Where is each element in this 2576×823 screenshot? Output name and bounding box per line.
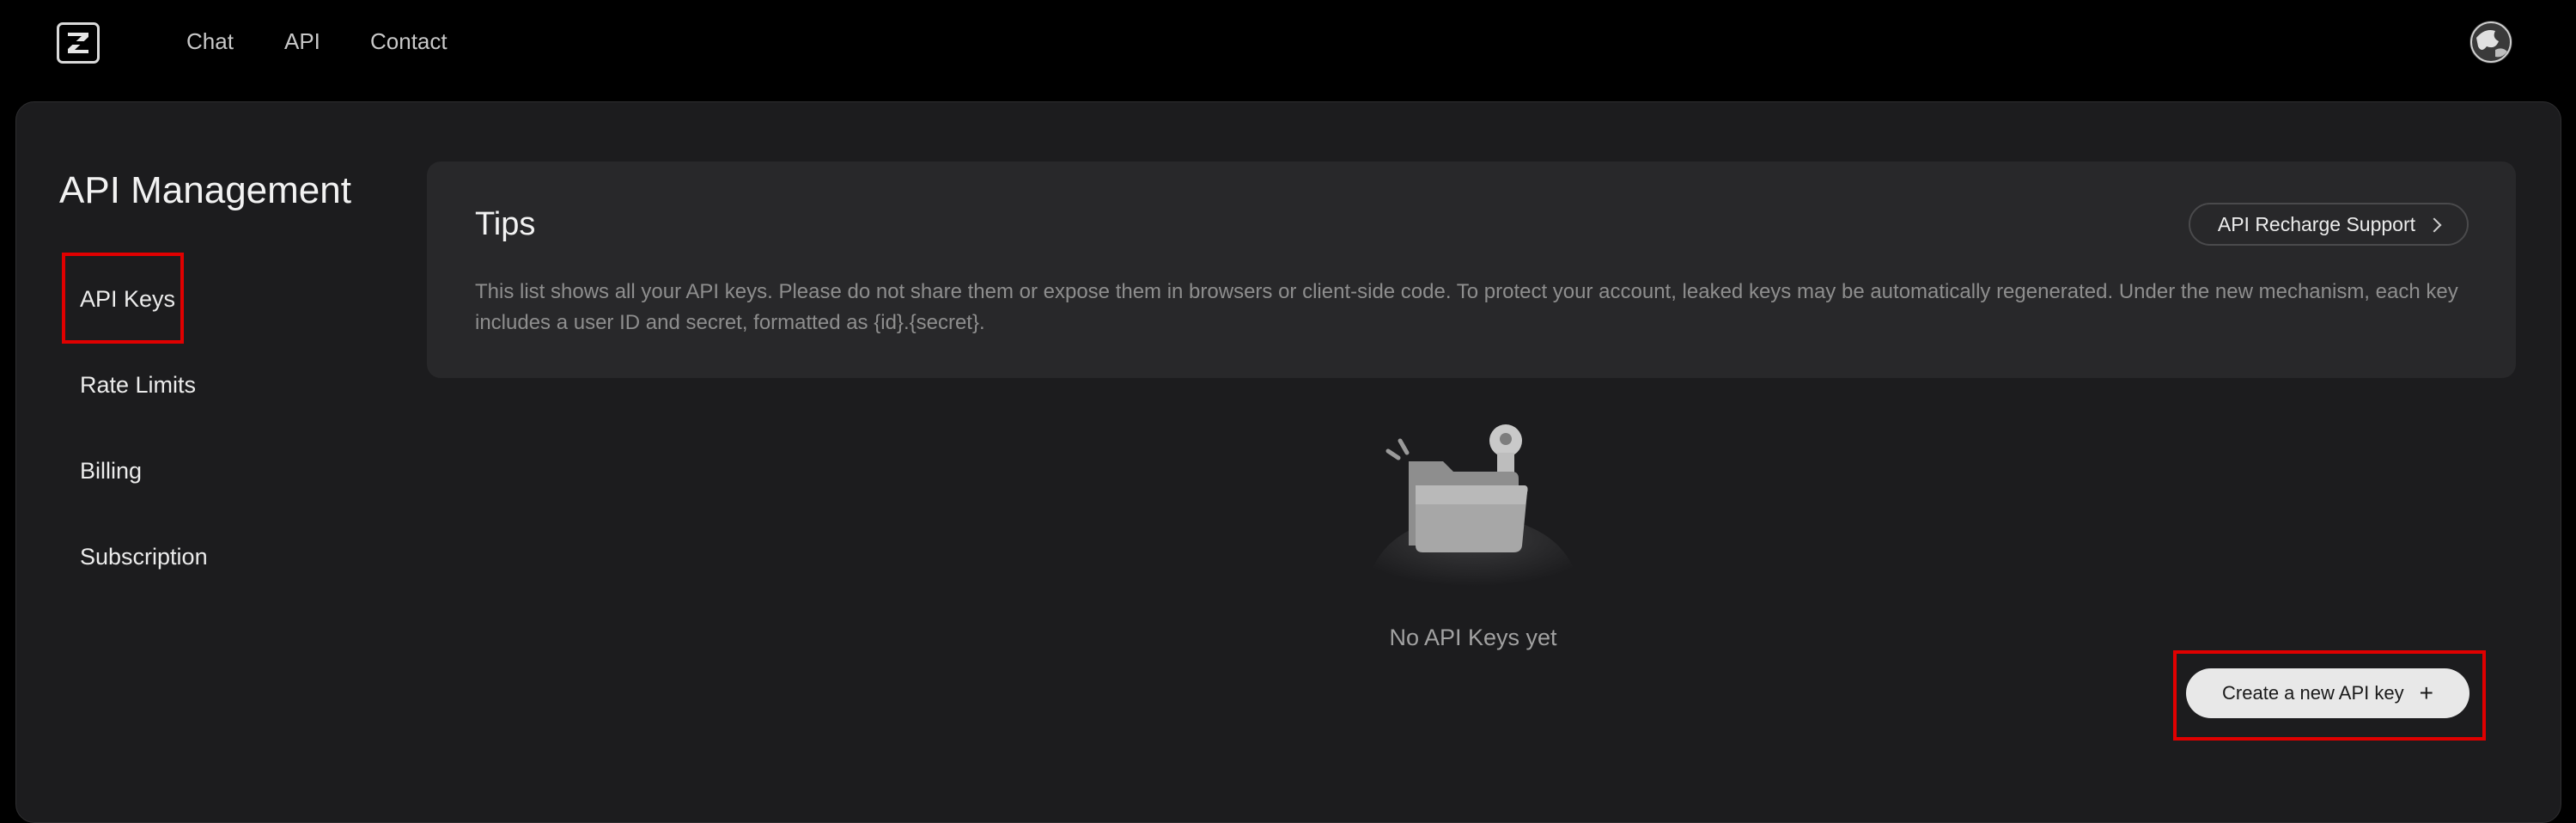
tips-card: Tips API Recharge Support This list show… xyxy=(427,162,2516,378)
tips-description: This list shows all your API keys. Pleas… xyxy=(475,280,2458,334)
avatar-globe-icon xyxy=(2470,21,2512,63)
folder-key-icon xyxy=(1366,418,1580,594)
empty-state-text: No API Keys yet xyxy=(1389,625,1557,650)
logo-icon[interactable] xyxy=(57,22,100,64)
sidebar-item-billing[interactable]: Billing xyxy=(80,455,142,486)
sidebar-item-subscription[interactable]: Subscription xyxy=(80,541,208,572)
api-recharge-support-button[interactable]: API Recharge Support xyxy=(2188,203,2469,246)
nav-api-link[interactable]: API xyxy=(284,26,320,57)
plus-icon: + xyxy=(2419,680,2433,706)
logo-z-mark xyxy=(66,33,90,53)
tips-title: Tips xyxy=(475,206,536,242)
create-api-key-label: Create a new API key xyxy=(2222,682,2404,704)
sidebar-item-api-keys[interactable]: API Keys xyxy=(80,283,175,314)
nav-chat-link[interactable]: Chat xyxy=(186,26,234,57)
api-recharge-support-label: API Recharge Support xyxy=(2217,212,2415,235)
sidebar-item-rate-limits[interactable]: Rate Limits xyxy=(80,369,196,400)
chevron-right-icon xyxy=(2427,217,2442,232)
nav-contact-link[interactable]: Contact xyxy=(370,26,448,57)
page-title: API Management xyxy=(59,169,351,211)
create-api-key-button[interactable]: Create a new API key + xyxy=(2186,668,2469,718)
top-nav: Chat API Contact xyxy=(0,0,2576,86)
user-avatar[interactable] xyxy=(2469,21,2512,64)
